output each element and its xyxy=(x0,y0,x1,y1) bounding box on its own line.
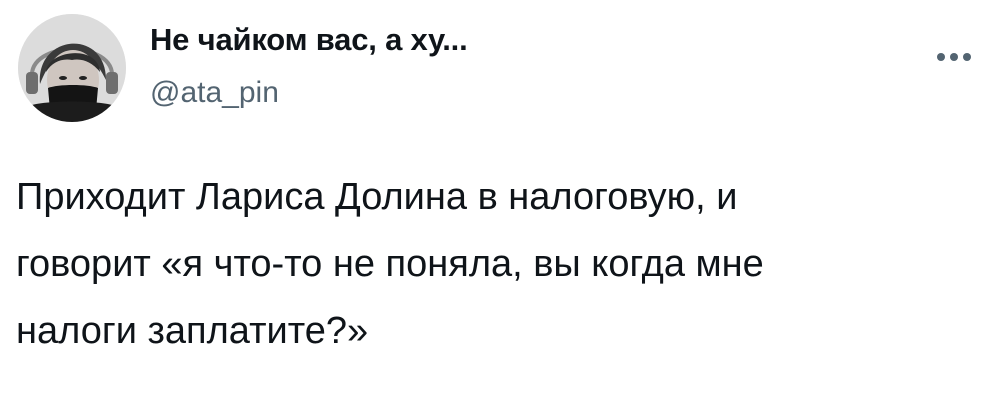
tweet-card: Не чайком вас, а ху... @ata_pin Приходит… xyxy=(0,0,1000,418)
more-horizontal-icon-dot xyxy=(963,53,971,61)
more-horizontal-icon-dot xyxy=(950,53,958,61)
more-options-button[interactable] xyxy=(924,40,984,74)
more-horizontal-icon xyxy=(937,53,945,61)
avatar-photo xyxy=(18,14,126,122)
tweet-text: Приходит Лариса Долина в налоговую, и го… xyxy=(16,176,764,352)
user-handle[interactable]: @ata_pin xyxy=(150,76,279,110)
avatar[interactable] xyxy=(18,14,126,122)
display-name[interactable]: Не чайком вас, а ху... xyxy=(150,22,468,58)
